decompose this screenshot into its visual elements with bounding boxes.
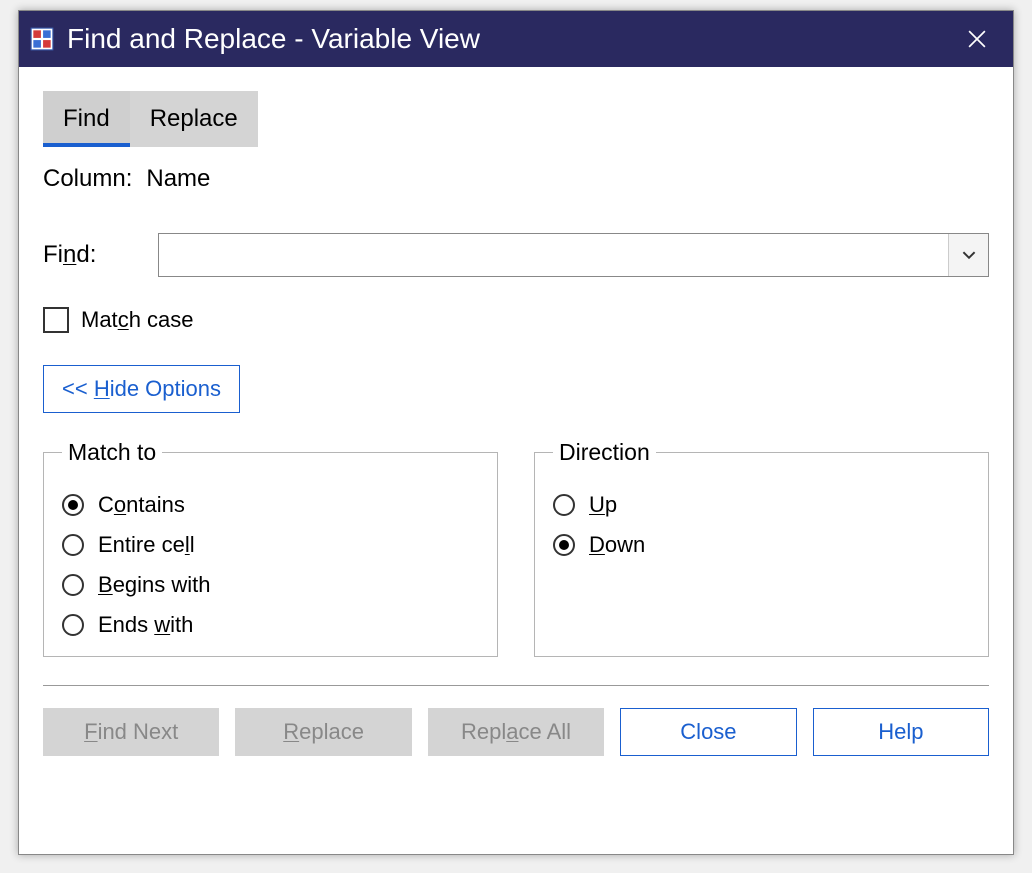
- column-label: Column:: [43, 165, 132, 193]
- match-ends-with[interactable]: Ends with: [62, 612, 479, 638]
- close-button[interactable]: Close: [620, 708, 796, 756]
- match-begins-with[interactable]: Begins with: [62, 572, 479, 598]
- tabs: Find Replace: [43, 91, 989, 147]
- divider: [43, 685, 989, 686]
- direction-group: Direction Up Down: [534, 439, 989, 657]
- find-input[interactable]: [159, 234, 948, 276]
- direction-down[interactable]: Down: [553, 532, 970, 558]
- match-entire-cell[interactable]: Entire cell: [62, 532, 479, 558]
- find-combo: [158, 233, 989, 277]
- help-button[interactable]: Help: [813, 708, 989, 756]
- radio-label: Ends with: [98, 612, 193, 638]
- match-case-checkbox[interactable]: [43, 307, 69, 333]
- find-next-button[interactable]: Find Next: [43, 708, 219, 756]
- tab-replace[interactable]: Replace: [130, 91, 258, 147]
- radio-icon: [62, 614, 84, 636]
- find-replace-dialog: Find and Replace - Variable View Find Re…: [18, 10, 1014, 855]
- hide-options-button[interactable]: << Hide Options: [43, 365, 240, 413]
- direction-up[interactable]: Up: [553, 492, 970, 518]
- app-icon: [27, 24, 57, 54]
- direction-legend: Direction: [553, 439, 656, 466]
- close-icon[interactable]: [949, 11, 1005, 67]
- radio-icon: [553, 534, 575, 556]
- option-groups: Match to Contains Entire cell Begins wit…: [43, 439, 989, 657]
- column-row: Column: Name: [43, 165, 989, 193]
- find-row: Find:: [43, 233, 989, 277]
- dialog-title: Find and Replace - Variable View: [67, 23, 949, 55]
- dialog-body: Find Replace Column: Name Find: Match ca…: [19, 67, 1013, 854]
- match-to-group: Match to Contains Entire cell Begins wit…: [43, 439, 498, 657]
- titlebar: Find and Replace - Variable View: [19, 11, 1013, 67]
- match-to-legend: Match to: [62, 439, 162, 466]
- match-contains[interactable]: Contains: [62, 492, 479, 518]
- radio-label: Up: [589, 492, 617, 518]
- radio-icon: [553, 494, 575, 516]
- match-case-row[interactable]: Match case: [43, 307, 989, 333]
- match-case-label: Match case: [81, 307, 194, 333]
- find-dropdown-icon[interactable]: [948, 234, 988, 276]
- radio-icon: [62, 494, 84, 516]
- button-row: Find Next Replace Replace All Close Help: [43, 708, 989, 756]
- replace-all-button[interactable]: Replace All: [428, 708, 604, 756]
- tab-find[interactable]: Find: [43, 91, 130, 147]
- column-value: Name: [146, 165, 210, 193]
- radio-icon: [62, 574, 84, 596]
- radio-label: Contains: [98, 492, 185, 518]
- radio-icon: [62, 534, 84, 556]
- radio-label: Begins with: [98, 572, 211, 598]
- replace-button[interactable]: Replace: [235, 708, 411, 756]
- radio-label: Down: [589, 532, 645, 558]
- radio-label: Entire cell: [98, 532, 195, 558]
- find-label: Find:: [43, 241, 158, 269]
